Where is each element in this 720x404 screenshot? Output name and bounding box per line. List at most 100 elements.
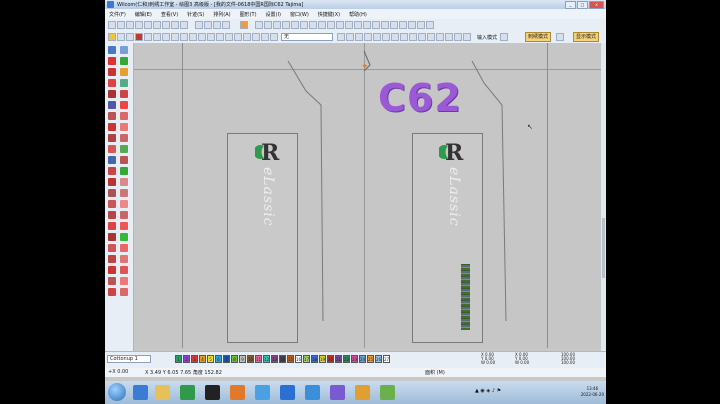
settings-icon[interactable] bbox=[126, 33, 134, 41]
taskbar-app4-icon[interactable] bbox=[280, 385, 295, 400]
group-tool-icon[interactable] bbox=[108, 222, 116, 230]
mirror-tool-icon[interactable] bbox=[108, 189, 116, 197]
vertical-text-left[interactable]: eLassic bbox=[260, 167, 276, 227]
tie-off-icon[interactable] bbox=[427, 33, 435, 41]
palette-swatch[interactable]: 23 bbox=[351, 355, 358, 363]
show-rulers-icon[interactable] bbox=[300, 21, 308, 29]
spacing-icon[interactable] bbox=[355, 33, 363, 41]
show-stitches-icon[interactable] bbox=[255, 21, 263, 29]
start-button[interactable] bbox=[108, 383, 126, 401]
show-guides-icon[interactable] bbox=[309, 21, 317, 29]
monogram-icon[interactable] bbox=[261, 33, 269, 41]
taskbar-ie-icon[interactable] bbox=[133, 385, 148, 400]
sequence-tool-icon[interactable] bbox=[120, 178, 128, 186]
palette-swatch[interactable]: 24 bbox=[359, 355, 366, 363]
input-b-tool-icon[interactable] bbox=[120, 57, 128, 65]
ungroup-icon[interactable] bbox=[180, 33, 188, 41]
pull-comp-icon[interactable] bbox=[382, 33, 390, 41]
color-tool-icon[interactable] bbox=[120, 167, 128, 175]
view-icon[interactable] bbox=[556, 33, 564, 41]
show-artwork-icon[interactable] bbox=[372, 21, 380, 29]
lock-tool-icon[interactable] bbox=[120, 222, 128, 230]
underlay-icon[interactable] bbox=[391, 33, 399, 41]
vertical-text-right[interactable]: eLassic bbox=[446, 167, 462, 227]
taskbar-app1-icon[interactable] bbox=[180, 385, 195, 400]
input-mode-toggle[interactable] bbox=[500, 33, 508, 41]
redo-icon[interactable] bbox=[180, 21, 188, 29]
eyedropper-tool-icon[interactable] bbox=[108, 255, 116, 263]
taskbar-qq-icon[interactable] bbox=[205, 385, 220, 400]
save-icon[interactable] bbox=[126, 21, 134, 29]
motif-tool-icon[interactable] bbox=[108, 134, 116, 142]
design-big-text[interactable]: C62 bbox=[378, 76, 462, 120]
color-film-icon[interactable] bbox=[240, 21, 248, 29]
menu-graphics[interactable]: 图形(T) bbox=[240, 11, 257, 18]
pan-tool-icon[interactable] bbox=[120, 244, 128, 252]
stop-icon[interactable] bbox=[135, 33, 143, 41]
palette-swatch[interactable]: 18 bbox=[311, 355, 318, 363]
open-icon[interactable] bbox=[117, 21, 125, 29]
stitch-length-icon[interactable] bbox=[400, 33, 408, 41]
palette-swatch[interactable]: 14 bbox=[279, 355, 286, 363]
taskbar-wilcom-icon[interactable] bbox=[380, 385, 395, 400]
fill-icon[interactable] bbox=[225, 33, 233, 41]
taskbar-app3-icon[interactable] bbox=[255, 385, 270, 400]
menu-arrange[interactable]: 排列(A) bbox=[213, 11, 230, 18]
show-ties-icon[interactable] bbox=[363, 21, 371, 29]
menu-shortcuts[interactable]: 快捷键(X) bbox=[318, 11, 340, 18]
show-hoop-icon[interactable] bbox=[291, 21, 299, 29]
show-mode-button[interactable]: 显示模式 bbox=[573, 32, 600, 42]
simulate-tool-icon[interactable] bbox=[120, 288, 128, 296]
close-button[interactable]: x bbox=[589, 1, 604, 9]
density-icon[interactable] bbox=[373, 33, 381, 41]
field-a-2[interactable]: W 0.00 bbox=[481, 361, 495, 365]
offset-tool-icon[interactable] bbox=[120, 134, 128, 142]
palette-swatch[interactable]: 16 bbox=[295, 355, 302, 363]
needle-tool-icon[interactable] bbox=[120, 277, 128, 285]
undo-icon[interactable] bbox=[171, 21, 179, 29]
show-bitmap-icon[interactable] bbox=[273, 21, 281, 29]
globe-tool-icon[interactable] bbox=[120, 233, 128, 241]
lock-icon[interactable] bbox=[108, 33, 116, 41]
stamp-tool-icon[interactable] bbox=[120, 123, 128, 131]
auto-split-icon[interactable] bbox=[409, 33, 417, 41]
measure-tool-icon[interactable] bbox=[108, 178, 116, 186]
color-change-icon[interactable] bbox=[463, 33, 471, 41]
palette-swatch[interactable]: 12 bbox=[263, 355, 270, 363]
applique-icon[interactable] bbox=[270, 33, 278, 41]
stitch-block-icon[interactable] bbox=[461, 264, 470, 330]
taskbar-clock[interactable]: 13:46 2022-06-20 bbox=[581, 386, 604, 398]
show-trims-icon[interactable] bbox=[345, 21, 353, 29]
stitch-edit-tool-icon[interactable] bbox=[120, 112, 128, 120]
palette-swatch[interactable]: 20 bbox=[327, 355, 334, 363]
palette-swatch[interactable]: 5 bbox=[207, 355, 214, 363]
vertical-scrollbar[interactable] bbox=[601, 43, 606, 351]
print-icon[interactable] bbox=[135, 21, 143, 29]
maximize-button[interactable]: □ bbox=[577, 1, 588, 9]
palette-swatch[interactable]: 17 bbox=[303, 355, 310, 363]
cut-icon[interactable] bbox=[144, 21, 152, 29]
rotate-icon[interactable] bbox=[153, 33, 161, 41]
weld-icon[interactable] bbox=[198, 33, 206, 41]
input-mode-button[interactable]: 刺绣模式 bbox=[525, 32, 552, 42]
hide-tool-icon[interactable] bbox=[108, 233, 116, 241]
zoom-out-icon[interactable] bbox=[204, 21, 212, 29]
tie-in-icon[interactable] bbox=[418, 33, 426, 41]
palette-swatch[interactable]: 11 bbox=[255, 355, 262, 363]
zoom-tool-icon[interactable] bbox=[108, 244, 116, 252]
weld-tool-icon[interactable] bbox=[120, 156, 128, 164]
outline-icon[interactable] bbox=[216, 33, 224, 41]
system-tray-icons[interactable]: ▲ ◉ ◈ ♪ ⚑ bbox=[475, 388, 501, 394]
knife-tool-icon[interactable] bbox=[108, 145, 116, 153]
show-connectors-icon[interactable] bbox=[327, 21, 335, 29]
palette-swatch[interactable]: 7 bbox=[223, 355, 230, 363]
palette-swatch[interactable]: 22 bbox=[343, 355, 350, 363]
thread-tool-icon[interactable] bbox=[108, 277, 116, 285]
ruler-tool-icon[interactable] bbox=[120, 255, 128, 263]
monogram-tool-icon[interactable] bbox=[120, 101, 128, 109]
style-select[interactable]: 无 bbox=[281, 33, 333, 41]
menu-window[interactable]: 窗口(W) bbox=[290, 11, 309, 18]
zoom-in-icon[interactable] bbox=[195, 21, 203, 29]
zoom-fit-icon[interactable] bbox=[213, 21, 221, 29]
reshape-tool-icon[interactable] bbox=[120, 46, 128, 54]
